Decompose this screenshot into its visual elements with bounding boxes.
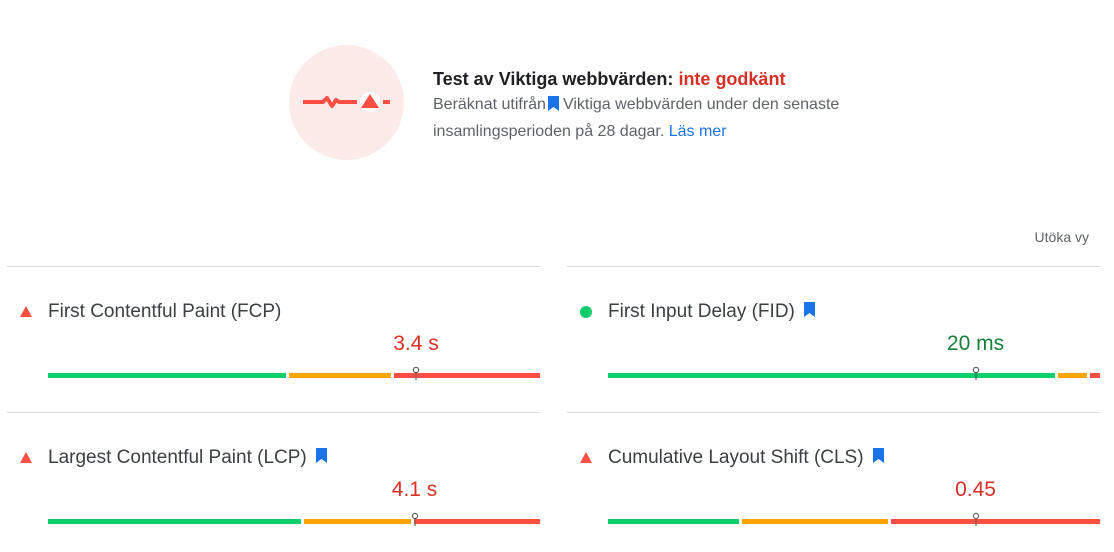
assessment-status: inte godkänt	[678, 69, 786, 89]
metric-header: Largest Contentful Paint (LCP)	[7, 446, 327, 470]
metric-header: First Contentful Paint (FCP)	[7, 300, 281, 324]
assessment-badge	[289, 45, 404, 160]
distribution-bar	[608, 366, 1100, 380]
bookmark-icon	[803, 302, 815, 322]
bar-needs-improvement-segment	[1058, 373, 1088, 378]
metric-header: First Input Delay (FID)	[567, 300, 815, 324]
metric-cls: Cumulative Layout Shift (CLS) 0.45	[567, 412, 1100, 552]
bar-poor-segment	[891, 519, 1100, 524]
metric-value: 0.45	[955, 478, 996, 501]
distribution-bar	[48, 512, 540, 526]
bar-good-segment	[608, 373, 1056, 378]
metric-lcp: Largest Contentful Paint (LCP) 4.1 s	[7, 412, 540, 552]
metric-fid: First Input Delay (FID) 20 ms	[567, 266, 1100, 412]
assessment-description: Beräknat utifrån Viktiga webbvärden under…	[433, 92, 853, 144]
bar-poor-segment	[1090, 373, 1100, 378]
green-circle-icon	[579, 305, 593, 319]
pin-marker-icon	[972, 366, 979, 380]
metric-header: Cumulative Layout Shift (CLS)	[567, 446, 884, 470]
expand-view-link[interactable]: Utöka vy	[1035, 229, 1089, 245]
assessment-text: Test av Viktiga webbvärden: inte godkänt…	[433, 67, 853, 144]
bookmark-icon	[872, 448, 884, 468]
distribution-bar	[48, 366, 540, 380]
metric-label: First Contentful Paint (FCP)	[48, 301, 282, 322]
metric-value: 3.4 s	[393, 332, 439, 355]
metric-label: First Input Delay (FID)	[608, 301, 795, 322]
learn-more-link[interactable]: Läs mer	[669, 123, 727, 140]
bar-needs-improvement-segment	[303, 519, 411, 524]
bar-needs-improvement-segment	[742, 519, 889, 524]
bar-poor-segment	[413, 519, 540, 524]
core-web-vitals-assessment: Test av Viktiga webbvärden: inte godkänt…	[289, 45, 849, 161]
bar-needs-improvement-segment	[289, 373, 392, 378]
bar-good-segment	[48, 519, 301, 524]
bookmark-icon	[315, 448, 327, 468]
metric-value: 20 ms	[946, 332, 1005, 355]
metric-label: Largest Contentful Paint (LCP)	[48, 447, 307, 468]
metric-fcp: First Contentful Paint (FCP) 3.4 s	[7, 266, 540, 412]
assessment-title-prefix: Test av Viktiga webbvärden:	[433, 69, 674, 89]
bar-good-segment	[608, 519, 740, 524]
red-triangle-icon	[19, 305, 33, 319]
distribution-bar	[608, 512, 1100, 526]
assessment-desc-before: Beräknat utifrån	[433, 96, 546, 113]
red-triangle-icon	[19, 451, 33, 465]
bookmark-icon	[547, 94, 559, 119]
pin-marker-icon	[411, 512, 418, 526]
pin-marker-icon	[972, 512, 979, 526]
metric-label: Cumulative Layout Shift (CLS)	[608, 447, 864, 468]
failed-assessment-icon	[303, 92, 390, 112]
bar-good-segment	[48, 373, 287, 378]
metric-value: 4.1 s	[391, 478, 438, 501]
assessment-title: Test av Viktiga webbvärden: inte godkänt	[433, 67, 853, 91]
pin-marker-icon	[412, 366, 420, 380]
red-triangle-icon	[579, 451, 593, 465]
